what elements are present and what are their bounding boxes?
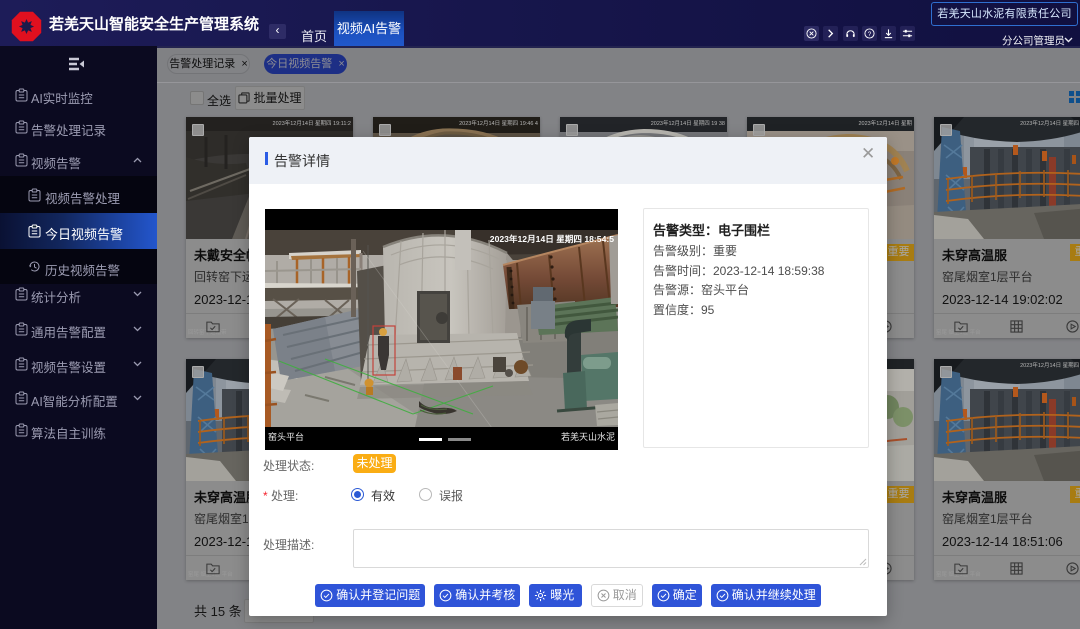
svg-text:2023年12月14日 星期四 18:54:5: 2023年12月14日 星期四 18:54:5 — [490, 233, 614, 244]
svg-text:若羌天山水泥: 若羌天山水泥 — [561, 431, 615, 442]
svg-text:窑头平台: 窑头平台 — [268, 431, 304, 442]
svg-text:?: ? — [868, 30, 872, 37]
